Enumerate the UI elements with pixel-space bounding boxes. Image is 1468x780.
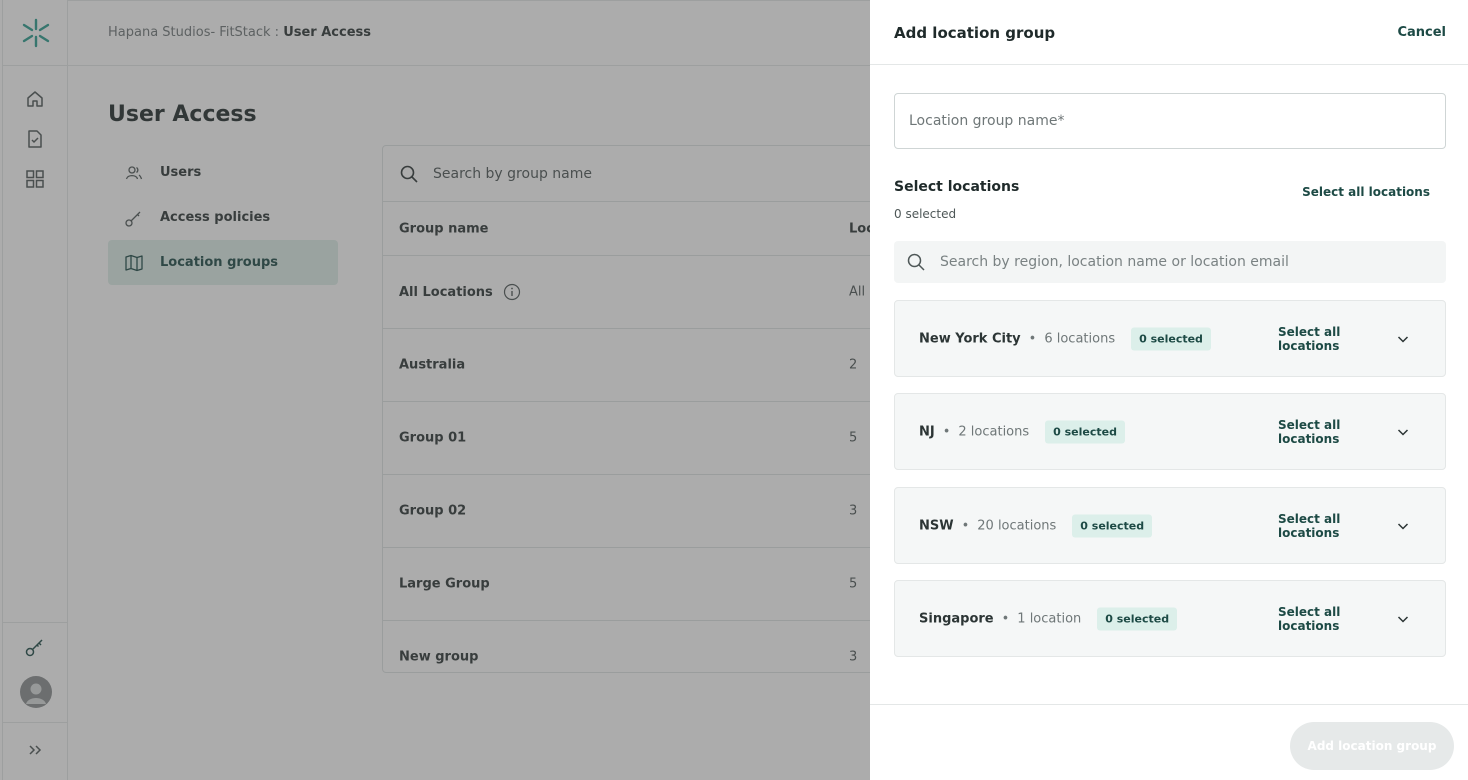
region-select-all-button[interactable]: Select all locations xyxy=(1278,418,1350,446)
region-location-count: 2 locations xyxy=(958,424,1030,439)
chevron-down-icon[interactable] xyxy=(1395,331,1411,347)
region-location-count: 20 locations xyxy=(977,518,1057,533)
region-selected-badge: 0 selected xyxy=(1131,327,1211,350)
add-location-group-button[interactable]: Add location group xyxy=(1290,722,1454,770)
cancel-button[interactable]: Cancel xyxy=(1397,25,1446,40)
location-group-name-input[interactable] xyxy=(894,93,1446,149)
region-selected-badge: 0 selected xyxy=(1097,607,1178,630)
region-info: NSW • 20 locations 0 selected xyxy=(919,514,1153,537)
region-name: Singapore xyxy=(919,611,994,626)
select-locations-title: Select locations xyxy=(894,179,1020,195)
region-select-all-button[interactable]: Select all locations xyxy=(1278,512,1350,540)
add-location-group-drawer: Add location group Cancel Select locatio… xyxy=(870,0,1468,780)
region-name: NJ xyxy=(919,424,935,439)
region-selected-badge: 0 selected xyxy=(1072,514,1153,537)
separator-dot: • xyxy=(942,424,951,439)
region-card-singapore[interactable]: Singapore • 1 location 0 selected Select… xyxy=(894,580,1446,657)
region-info: Singapore • 1 location 0 selected xyxy=(919,607,1178,630)
drawer-title: Add location group xyxy=(894,24,1056,42)
region-location-count: 6 locations xyxy=(1044,331,1116,346)
region-select-all-button[interactable]: Select all locations xyxy=(1278,325,1350,353)
modal-backdrop[interactable] xyxy=(0,0,870,780)
chevron-down-icon[interactable] xyxy=(1395,424,1411,440)
drawer-footer: Add location group xyxy=(870,704,1468,780)
drawer-header: Add location group Cancel xyxy=(870,0,1468,65)
location-search-input[interactable] xyxy=(940,254,1420,270)
region-name: NSW xyxy=(919,518,954,533)
region-select-all-button[interactable]: Select all locations xyxy=(1278,605,1350,633)
selected-count: 0 selected xyxy=(894,207,957,221)
separator-dot: • xyxy=(961,518,970,533)
select-all-locations-button[interactable]: Select all locations xyxy=(1302,185,1430,199)
region-card-nsw[interactable]: NSW • 20 locations 0 selected Select all… xyxy=(894,487,1446,564)
region-name: New York City xyxy=(919,331,1021,346)
separator-dot: • xyxy=(1001,611,1010,626)
region-location-count: 1 location xyxy=(1017,611,1082,626)
region-card-new-york-city[interactable]: New York City • 6 locations 0 selected S… xyxy=(894,300,1446,377)
separator-dot: • xyxy=(1028,331,1037,346)
region-selected-badge: 0 selected xyxy=(1045,420,1125,443)
location-search[interactable] xyxy=(894,241,1446,283)
region-card-nj[interactable]: NJ • 2 locations 0 selected Select all l… xyxy=(894,393,1446,470)
region-info: New York City • 6 locations 0 selected xyxy=(919,327,1211,350)
search-icon xyxy=(907,253,925,271)
chevron-down-icon[interactable] xyxy=(1395,611,1411,627)
chevron-down-icon[interactable] xyxy=(1395,518,1411,534)
region-info: NJ • 2 locations 0 selected xyxy=(919,420,1125,443)
